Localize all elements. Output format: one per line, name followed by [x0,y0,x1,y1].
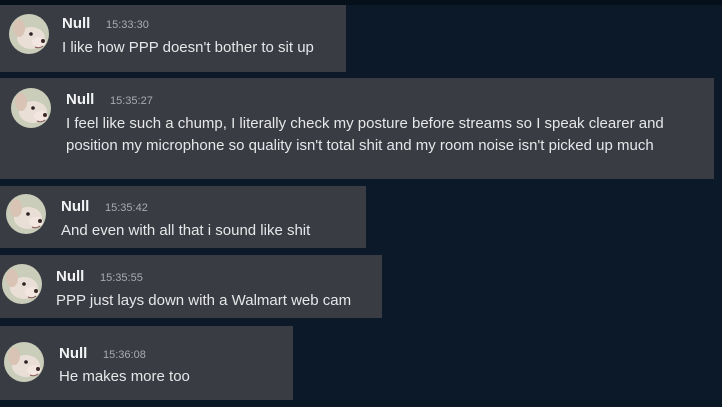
message-author[interactable]: Null [62,15,90,32]
chat-message: Null 15:35:55 PPP just lays down with a … [0,255,382,318]
dog-avatar-icon [6,194,46,234]
message-author[interactable]: Null [61,198,89,215]
chat-message: Null 15:33:30 I like how PPP doesn't bot… [0,5,346,72]
user-avatar[interactable] [11,88,51,128]
chat-message: Null 15:35:42 And even with all that i s… [0,186,366,248]
message-text: And even with all that i sound like shit [61,222,311,239]
user-avatar[interactable] [9,14,49,54]
message-text: I like how PPP doesn't bother to sit up [62,39,314,56]
dog-avatar-icon [9,14,49,54]
message-author[interactable]: Null [59,345,87,362]
message-text: He makes more too [59,368,190,385]
user-avatar[interactable] [2,264,42,304]
message-timestamp: 15:33:30 [106,19,149,31]
dog-avatar-icon [11,88,51,128]
dog-avatar-icon [2,264,42,304]
user-avatar[interactable] [4,342,44,382]
chat-message: Null 15:36:08 He makes more too [0,326,293,400]
dog-avatar-icon [4,342,44,382]
message-author[interactable]: Null [56,268,84,285]
message-timestamp: 15:35:55 [100,272,143,284]
message-text: PPP just lays down with a Walmart web ca… [56,292,352,309]
message-text: I feel like such a chump, I literally ch… [66,115,664,154]
message-author[interactable]: Null [66,91,94,108]
message-timestamp: 15:35:42 [105,202,148,214]
user-avatar[interactable] [6,194,46,234]
message-timestamp: 15:36:08 [103,349,146,361]
chat-message: Null 15:35:27 I feel like such a chump, … [0,78,714,179]
message-timestamp: 15:35:27 [110,95,153,107]
bottom-edge [0,400,722,407]
